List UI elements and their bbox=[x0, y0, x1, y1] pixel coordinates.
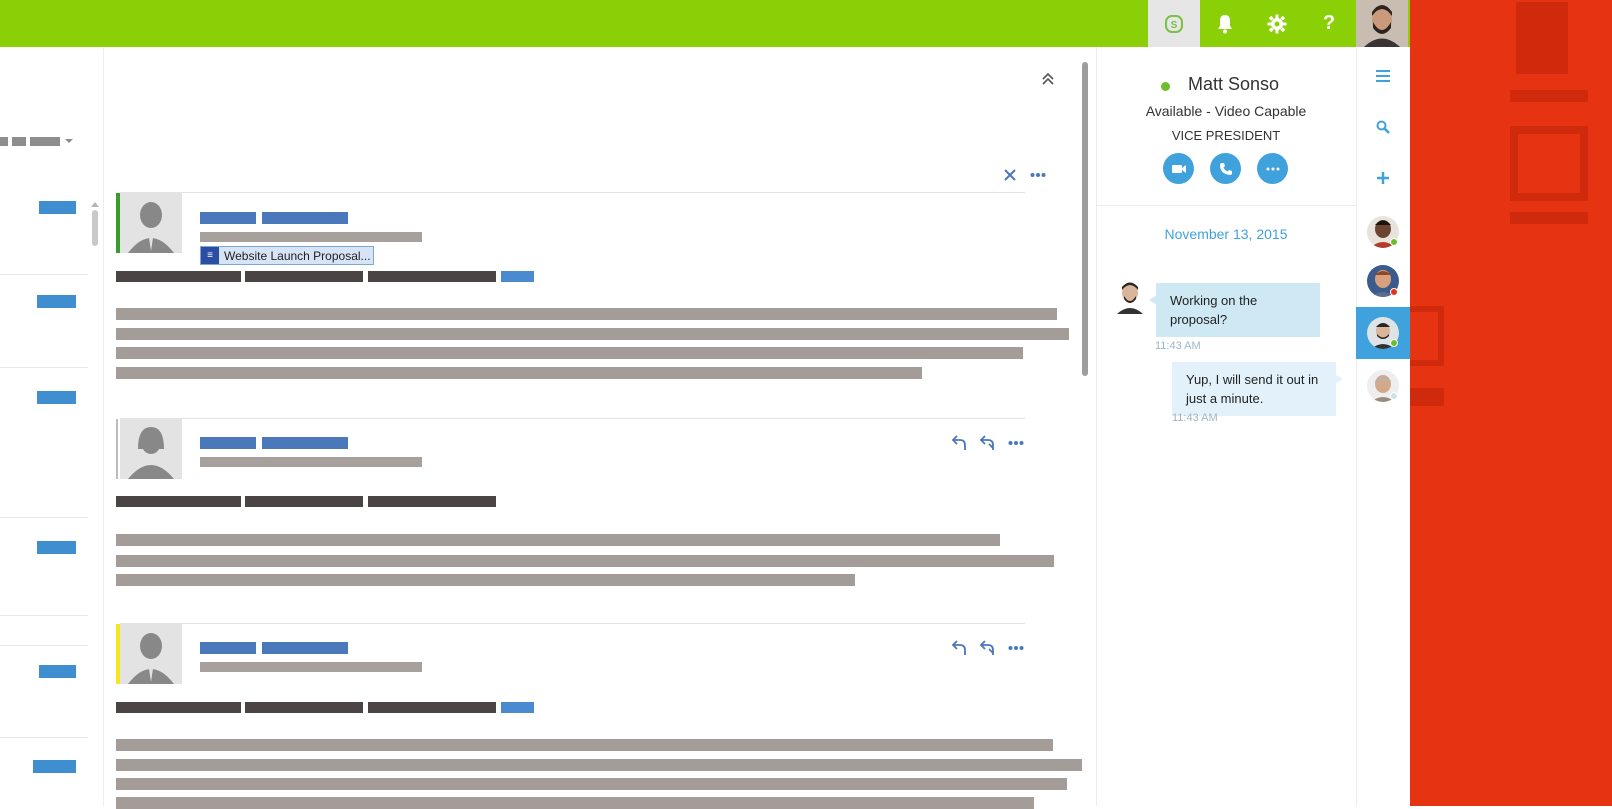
list-item[interactable] bbox=[33, 760, 76, 773]
sender-avatar-male bbox=[120, 624, 182, 684]
list-item[interactable] bbox=[37, 391, 76, 404]
reading-pane-scrollbar[interactable] bbox=[1082, 62, 1088, 376]
more-icon[interactable] bbox=[1008, 645, 1024, 651]
more-icon[interactable] bbox=[1030, 172, 1046, 178]
audio-call-button[interactable] bbox=[1210, 153, 1241, 184]
chevron-down-icon bbox=[65, 139, 73, 143]
list-filter[interactable] bbox=[0, 136, 74, 146]
settings-button[interactable] bbox=[1251, 0, 1303, 47]
reply-icon[interactable] bbox=[951, 639, 967, 657]
help-icon: ? bbox=[1322, 12, 1336, 34]
add-icon bbox=[1377, 172, 1389, 184]
chat-message-incoming: Working on the proposal? bbox=[1156, 283, 1320, 337]
brand-background bbox=[1410, 0, 1612, 806]
list-item[interactable] bbox=[37, 541, 76, 554]
message-time: 11:43 AM bbox=[1172, 412, 1218, 424]
message-list bbox=[0, 47, 88, 806]
search-button[interactable] bbox=[1356, 107, 1410, 147]
top-bar: S ? bbox=[0, 0, 1410, 47]
add-button[interactable] bbox=[1356, 158, 1410, 198]
document-icon: ≡ bbox=[201, 247, 219, 264]
reply-all-icon[interactable] bbox=[979, 639, 995, 657]
close-icon[interactable] bbox=[1003, 168, 1017, 182]
phone-icon bbox=[1219, 162, 1232, 175]
contact-chat-avatar bbox=[1115, 280, 1145, 314]
video-call-button[interactable] bbox=[1163, 153, 1194, 184]
more-actions-button[interactable] bbox=[1257, 153, 1288, 184]
list-item[interactable] bbox=[39, 201, 76, 214]
contact-name: Matt Sonso bbox=[1188, 74, 1280, 94]
more-icon bbox=[1266, 167, 1279, 170]
contact-status: Available - Video Capable bbox=[1145, 103, 1307, 119]
sender-avatar-male bbox=[120, 193, 182, 253]
sender-avatar-female bbox=[120, 419, 182, 479]
more-icon[interactable] bbox=[1008, 440, 1024, 446]
menu-button[interactable] bbox=[1356, 56, 1410, 96]
conversation-date: November 13, 2015 bbox=[1164, 226, 1288, 242]
menu-icon bbox=[1376, 70, 1390, 82]
list-item[interactable] bbox=[37, 295, 76, 308]
attachment-chip[interactable]: ≡ Website Launch Proposal... bbox=[200, 246, 374, 265]
scroll-up-arrow[interactable] bbox=[91, 201, 99, 207]
search-icon bbox=[1376, 120, 1390, 134]
gear-icon bbox=[1267, 14, 1287, 33]
svg-text:S: S bbox=[1171, 20, 1178, 31]
reply-all-icon[interactable] bbox=[979, 434, 995, 452]
message-time: 11:43 AM bbox=[1155, 340, 1201, 352]
contact-title: VICE PRESIDENT bbox=[1171, 128, 1281, 143]
bell-icon bbox=[1218, 14, 1232, 33]
collapse-icon[interactable] bbox=[1040, 71, 1056, 87]
attachment-label: Website Launch Proposal... bbox=[224, 248, 371, 263]
video-icon bbox=[1171, 164, 1186, 173]
column-divider bbox=[103, 47, 104, 806]
my-avatar[interactable] bbox=[1356, 0, 1408, 47]
skype-icon: S bbox=[1165, 14, 1183, 33]
presence-dot bbox=[1161, 82, 1170, 91]
list-scrollbar[interactable] bbox=[92, 210, 98, 246]
reply-icon[interactable] bbox=[951, 434, 967, 452]
skype-button[interactable]: S bbox=[1148, 0, 1200, 47]
list-item[interactable] bbox=[39, 665, 76, 678]
notifications-button[interactable] bbox=[1199, 0, 1251, 47]
chat-message-outgoing: Yup, I will send it out in just a minute… bbox=[1172, 362, 1336, 416]
help-button[interactable]: ? bbox=[1303, 0, 1355, 47]
